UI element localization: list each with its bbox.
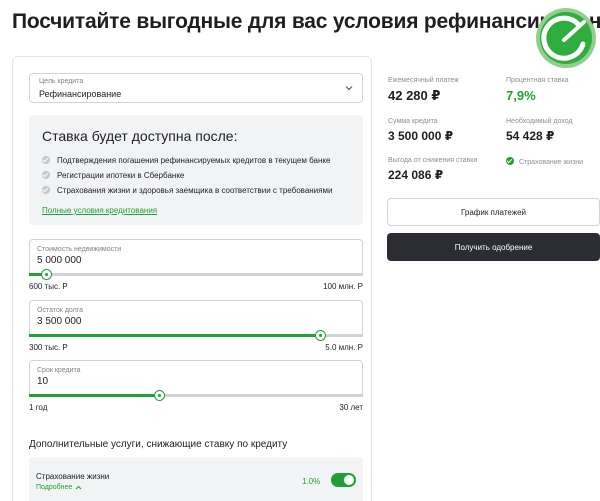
- credit-purpose-caption: Цель кредита: [39, 78, 84, 85]
- slider-min-label: 300 тыс. Р: [29, 343, 68, 352]
- check-icon: [42, 186, 50, 194]
- rate-conditions-title: Ставка будет доступна после:: [42, 128, 238, 144]
- rate-reduction-benefit-label: Выгода от снижения ставки: [388, 157, 478, 164]
- monthly-payment-label: Ежемесячный платеж: [388, 77, 459, 84]
- property-value-value: 5 000 000: [37, 255, 82, 266]
- remaining-debt-caption: Остаток долга: [37, 307, 84, 314]
- rate-conditions-box: Ставка будет доступна после: Подтвержден…: [29, 115, 363, 225]
- remaining-debt-value: 3 500 000: [37, 316, 82, 327]
- required-income: Необходимый доход 54 428 ₽: [506, 118, 573, 143]
- details-link[interactable]: Подробнее: [36, 484, 82, 491]
- credit-term-slider: Срок кредита 10 1 год 30 лет: [29, 360, 363, 415]
- credit-term-caption: Срок кредита: [37, 367, 81, 374]
- slider-fill: [29, 394, 160, 397]
- condition-item: Страхования жизни и здоровья заемщика в …: [42, 186, 332, 195]
- check-icon: [42, 171, 50, 179]
- credit-purpose-select[interactable]: Цель кредита Рефинансирование: [29, 73, 363, 103]
- get-approval-button[interactable]: Получить одобрение: [387, 233, 600, 261]
- slider-handle[interactable]: [154, 390, 166, 401]
- slider-max-label: 5.0 млн. Р: [325, 343, 363, 352]
- slider-min-label: 600 тыс. Р: [29, 282, 68, 291]
- remaining-debt-input[interactable]: Остаток долга 3 500 000: [29, 300, 363, 334]
- monthly-payment-value: 42 280 ₽: [388, 88, 441, 103]
- calculator-panel: Цель кредита Рефинансирование Ставка буд…: [12, 56, 372, 501]
- property-value-input[interactable]: Стоимость недвижимости 5 000 000: [29, 239, 363, 273]
- life-insurance-toggle[interactable]: [331, 473, 356, 487]
- required-income-label: Необходимый доход: [506, 118, 573, 125]
- check-icon: [42, 156, 50, 164]
- remaining-debt-slider: Остаток долга 3 500 000 300 тыс. Р 5.0 м…: [29, 300, 363, 355]
- slider-track[interactable]: [29, 330, 363, 341]
- check-circle-icon: [506, 157, 514, 165]
- page-title: Посчитайте выгодные для вас условия рефи…: [12, 10, 600, 33]
- credit-term-value: 10: [37, 376, 49, 387]
- slider-track[interactable]: [29, 269, 363, 280]
- rate-reduction-benefit-value: 224 086 ₽: [388, 168, 444, 182]
- credit-term-input[interactable]: Срок кредита 10: [29, 360, 363, 394]
- life-insurance-discount: 1.0%: [302, 477, 321, 486]
- interest-rate: Процентная ставка 7,9%: [506, 77, 569, 103]
- required-income-value: 54 428 ₽: [506, 129, 555, 143]
- slider-min-label: 1 год: [29, 403, 48, 412]
- rate-reduction-benefit: Выгода от снижения ставки 224 086 ₽: [388, 157, 477, 182]
- slider-handle[interactable]: [314, 330, 326, 341]
- life-insurance-option: Страхование жизни Подробнее 1.0%: [29, 457, 363, 501]
- credit-amount-value: 3 500 000 ₽: [388, 129, 454, 143]
- credit-purpose-value: Рефинансирование: [39, 89, 122, 99]
- full-conditions-link[interactable]: Полные условия кредитования: [42, 206, 157, 215]
- chevron-up-icon: [75, 485, 82, 490]
- slider-handle[interactable]: [40, 269, 52, 280]
- credit-amount-label: Сумма кредита: [388, 118, 438, 125]
- life-insurance-status: Страхование жизни: [506, 157, 583, 166]
- interest-rate-label: Процентная ставка: [506, 77, 569, 84]
- monthly-payment: Ежемесячный платеж 42 280 ₽: [388, 77, 459, 104]
- condition-item: Регистрации ипотеки в Сбербанке: [42, 171, 184, 180]
- sberbank-logo-icon: [536, 8, 596, 68]
- slider-fill: [29, 334, 320, 337]
- credit-amount: Сумма кредита 3 500 000 ₽: [388, 118, 453, 143]
- interest-rate-value: 7,9%: [506, 88, 536, 103]
- extra-services-heading: Дополнительные услуги, снижающие ставку …: [29, 439, 288, 450]
- property-value-slider: Стоимость недвижимости 5 000 000 600 тыс…: [29, 239, 363, 294]
- slider-track[interactable]: [29, 390, 363, 401]
- life-insurance-label: Страхование жизни: [36, 472, 110, 481]
- property-value-caption: Стоимость недвижимости: [37, 246, 122, 253]
- slider-max-label: 30 лет: [339, 403, 363, 412]
- chevron-down-icon: [345, 86, 353, 91]
- slider-max-label: 100 млн. Р: [323, 282, 363, 291]
- condition-item: Подтверждения погашения рефинансируемых …: [42, 156, 330, 165]
- payment-schedule-button[interactable]: График платежей: [387, 198, 600, 226]
